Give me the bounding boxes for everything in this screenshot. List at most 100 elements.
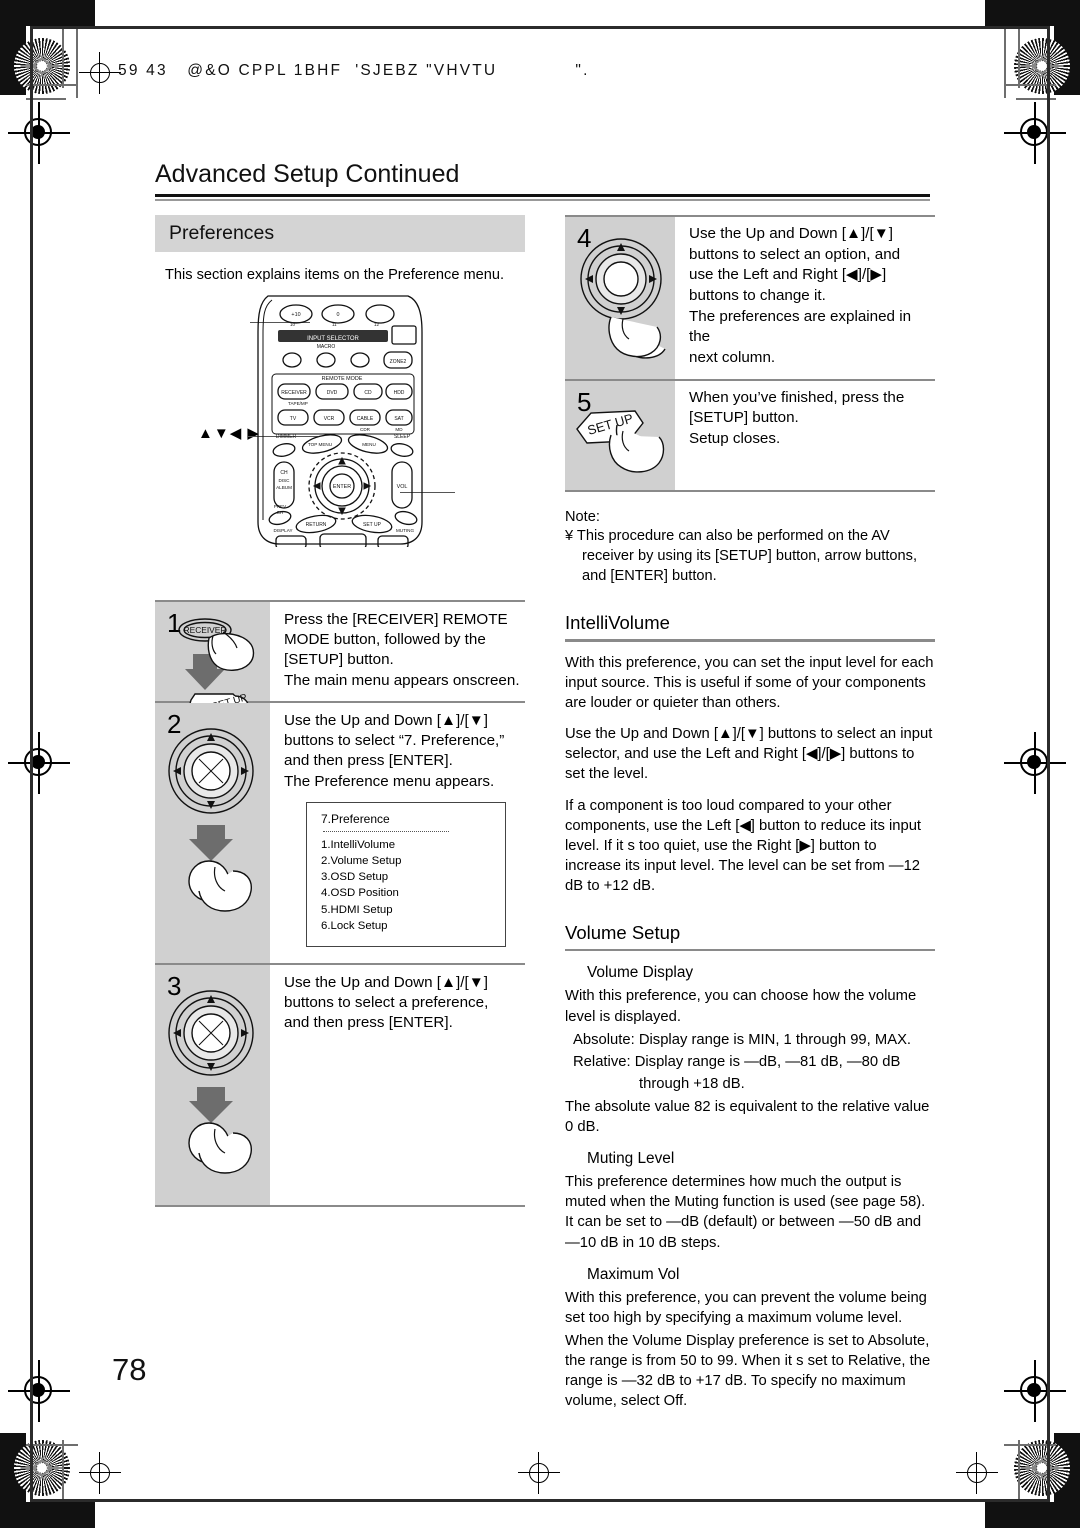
step-4-body: Use the Up and Down [▲]/[▼] buttons to s… bbox=[675, 217, 935, 379]
step-3-line-2: buttons to select a preference, bbox=[284, 993, 489, 1011]
left-column: Preferences This section explains items … bbox=[155, 215, 525, 286]
step-1-number-cell: 1 RECEIVER SET UP bbox=[155, 602, 270, 733]
remote-key-plus10: +10 bbox=[291, 312, 300, 318]
step-3-line-3: and then press [ENTER]. bbox=[284, 1014, 453, 1032]
osd-menu-item[interactable]: 6.Lock Setup bbox=[321, 918, 505, 934]
right-column: 4 Use the Up and Down [▲]/[▼] buttons to… bbox=[565, 215, 935, 1411]
remote-label-display: DISPLAY bbox=[273, 528, 292, 533]
volume-display-paragraph: With this preference, you can choose how… bbox=[565, 988, 917, 1025]
remote-key-zero: 0 bbox=[337, 312, 340, 318]
step-3-number-cell: 3 bbox=[155, 964, 270, 1205]
osd-menu-item[interactable]: 2.Volume Setup bbox=[321, 853, 505, 869]
step-5-body: When you’ve finished, press the [SETUP] … bbox=[675, 381, 904, 490]
remote-key-top-menu: TOP MENU bbox=[308, 442, 332, 447]
subheading-volume-display: Volume Display bbox=[587, 964, 694, 982]
dial-up-arrow-icon bbox=[207, 994, 215, 1003]
dial-down-arrow-icon bbox=[617, 307, 625, 315]
dial-down-arrow-icon bbox=[207, 1062, 215, 1071]
remote-key-vcr: VCR bbox=[324, 416, 335, 422]
remote-num-10: 10 bbox=[290, 322, 295, 327]
dial-hand-icon bbox=[168, 728, 254, 912]
heading-rule-volume-setup bbox=[565, 949, 935, 952]
title-rule-secondary bbox=[155, 199, 930, 201]
dial-right-arrow-icon bbox=[649, 275, 657, 283]
range-label-absolute: Absolute: bbox=[573, 1031, 635, 1048]
step-1-line-2: MODE button, followed by the bbox=[284, 631, 486, 649]
osd-menu-item[interactable]: 1.IntelliVolume bbox=[321, 837, 505, 853]
dial-left-arrow-icon bbox=[173, 766, 181, 775]
step-2-line-3: and then press [ENTER]. bbox=[284, 752, 453, 770]
note-label: Note: bbox=[565, 508, 600, 525]
remote-key-sat: SAT bbox=[394, 416, 403, 422]
osd-menu-title: 7.Preference bbox=[321, 811, 390, 826]
remote-key-tv: TV bbox=[290, 416, 297, 422]
dial-right-arrow-icon bbox=[241, 1028, 249, 1037]
step-1: 1 RECEIVER SET UP bbox=[155, 600, 525, 733]
osd-menu-item[interactable]: 3.OSD Setup bbox=[321, 869, 505, 885]
dial-right-arrow-icon bbox=[241, 766, 249, 775]
remote-control-illustration: +10 0 INPUT SELECTOR MACRO ZONE2 REMOTE … bbox=[250, 292, 435, 550]
remote-label-prev: PREV bbox=[274, 504, 287, 509]
setup-hand-icon: SET UP bbox=[576, 409, 665, 473]
step-5-line-1: When you’ve finished, press the bbox=[689, 388, 905, 406]
note-bullet-icon: ¥ bbox=[565, 528, 574, 545]
osd-menu-item[interactable]: 5.HDMI Setup bbox=[321, 902, 505, 918]
step-1-line-3: [SETUP] button. bbox=[284, 651, 394, 669]
step-1-line-1: Press the [RECEIVER] REMOTE bbox=[284, 611, 508, 628]
page-title: Advanced Setup Continued bbox=[155, 160, 460, 188]
left-steps-list: 1 RECEIVER SET UP bbox=[155, 600, 525, 1207]
osd-menu-divider bbox=[323, 830, 449, 832]
remote-label-macro: MACRO bbox=[317, 344, 336, 350]
muting-level-paragraph: This preference determines how much the … bbox=[565, 1174, 926, 1251]
step-5-line-2: [SETUP] button. bbox=[689, 409, 799, 427]
page-number: 78 bbox=[112, 1352, 147, 1387]
volume-display-note: The absolute value 82 is equivalent to t… bbox=[565, 1098, 930, 1136]
range-label-relative: Relative: bbox=[573, 1053, 631, 1070]
remote-key-receiver: RECEIVER bbox=[281, 390, 307, 396]
remote-label-input-selector: INPUT SELECTOR bbox=[307, 336, 359, 342]
osd-menu-item[interactable]: 4.OSD Position bbox=[321, 885, 505, 901]
heading-intellivolume: IntelliVolume bbox=[565, 612, 670, 634]
dial-left-arrow-icon bbox=[585, 275, 593, 283]
remote-label-sleep: SLEEP bbox=[394, 434, 411, 440]
note-text: This procedure can also be performed on … bbox=[576, 528, 917, 584]
remote-num-11: 11 bbox=[332, 322, 337, 327]
remote-key-dvd: DVD bbox=[327, 390, 338, 396]
intellivolume-paragraph: If a component is too loud compared to y… bbox=[565, 797, 922, 894]
step-4-line-2: buttons to select an option, and bbox=[689, 245, 901, 263]
remote-label-album: ALBUM bbox=[276, 485, 292, 490]
dial-down-arrow-icon bbox=[207, 800, 215, 809]
intellivolume-paragraph: Use the Up and Down [▲]/[▼] buttons to s… bbox=[565, 726, 933, 783]
maximum-vol-paragraph: When the Volume Display preference is se… bbox=[565, 1332, 931, 1410]
step-4-number-cell: 4 bbox=[565, 217, 675, 379]
step-4-line-6: next column. bbox=[689, 349, 776, 367]
volume-display-range-row: Relative: Display range is —dB, —81 dB, … bbox=[565, 1052, 935, 1072]
heading-rule-intellivolume bbox=[565, 639, 935, 642]
remote-key-return: RETURN bbox=[306, 522, 327, 528]
step-2-number-cell: 2 bbox=[155, 702, 270, 963]
remote-label-md: MD bbox=[395, 427, 403, 432]
note-item: ¥ This procedure can also be performed o… bbox=[565, 527, 935, 586]
volume-display-range-row: Absolute: Display range is MIN, 1 throug… bbox=[565, 1030, 935, 1050]
dial-up-arrow-icon bbox=[617, 243, 625, 251]
subheading-maximum-vol: Maximum Vol bbox=[587, 1265, 680, 1283]
step-1-line-4: The main menu appears onscreen. bbox=[284, 671, 520, 689]
range-value-relative: Display range is —dB, —81 dB, —80 dB bbox=[634, 1053, 901, 1070]
remote-label-vol: VOL bbox=[397, 484, 408, 490]
dial-left-arrow-icon bbox=[173, 1028, 181, 1037]
remote-label-ch: CH bbox=[280, 470, 288, 476]
heading-volume-setup: Volume Setup bbox=[565, 922, 681, 944]
remote-key-hdd: HDD bbox=[394, 390, 405, 396]
step-4-line-3: use the Left and Right [◀]/[▶] bbox=[689, 266, 887, 284]
step-5: 5 SET UP When you’ve finished, press the… bbox=[565, 378, 935, 492]
step-4-line-1: Use the Up and Down [▲]/[▼] bbox=[689, 225, 893, 242]
section-band-preferences: Preferences bbox=[155, 215, 525, 252]
step-3-line-1: Use the Up and Down [▲]/[▼] bbox=[284, 973, 488, 991]
title-rule bbox=[155, 194, 930, 197]
remote-label-cdr: CDR bbox=[360, 427, 371, 432]
maximum-vol-paragraph: With this preference, you can prevent th… bbox=[565, 1289, 927, 1326]
remote-label-prev-ch: CH bbox=[277, 510, 284, 515]
remote-key-setup: SET UP bbox=[363, 522, 382, 528]
note-block: Note: ¥ This procedure can also be perfo… bbox=[565, 508, 935, 587]
manual-page: 59 43 @&O CPPL 1BHF 'SJEBZ "VHVTU ". Adv… bbox=[0, 0, 1080, 1528]
